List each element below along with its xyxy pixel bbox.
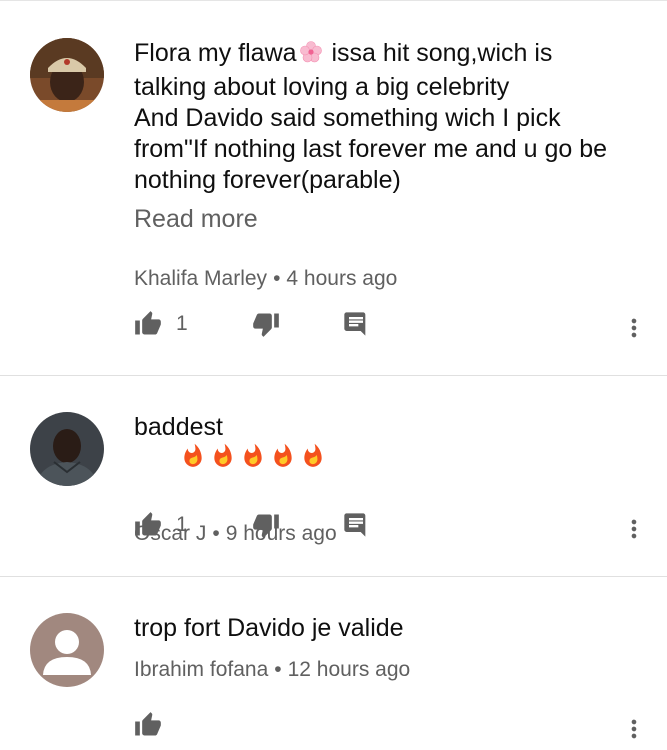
comment-meta: Ibrahim fofana • 12 hours ago: [134, 658, 627, 682]
avatar[interactable]: [30, 412, 104, 486]
comment-item: trop fort Davido je valide Ibrahim fofan…: [0, 577, 667, 739]
author-name[interactable]: Ibrahim fofana: [134, 658, 268, 681]
thumbs-up-icon: [135, 512, 161, 536]
more-options-button[interactable]: [620, 713, 648, 750]
more-options-button[interactable]: [620, 312, 648, 349]
more-options-button[interactable]: [620, 513, 648, 550]
fire-icon: [270, 443, 296, 477]
timestamp: 4 hours ago: [286, 267, 398, 290]
reply-button[interactable]: [342, 511, 370, 539]
cherry-blossom-icon: [299, 40, 323, 72]
like-button[interactable]: 1: [134, 310, 188, 338]
more-vert-icon: [631, 719, 637, 739]
meta-separator: •: [274, 658, 282, 681]
comment-text: baddest: [134, 412, 627, 508]
fire-icon: [240, 443, 266, 477]
read-more-link[interactable]: Read more: [134, 204, 627, 235]
default-profile-icon: [30, 613, 104, 687]
thumbs-up-icon: [135, 712, 161, 736]
comment-item: baddest Oscar J • 9 hours ago 1: [0, 376, 667, 576]
author-name[interactable]: Khalifa Marley: [134, 267, 267, 290]
avatar[interactable]: [30, 38, 104, 112]
fire-icon: [180, 443, 206, 477]
reply-button[interactable]: [342, 310, 370, 338]
comment-item: Flora my flawa issa hit song,wich is tal…: [0, 0, 667, 375]
comment-text: Flora my flawa issa hit song,wich is tal…: [134, 39, 608, 194]
dislike-button[interactable]: [252, 511, 280, 539]
like-count: 1: [176, 513, 188, 536]
thumbs-down-icon: [253, 514, 279, 538]
fire-emoji-group: [134, 443, 326, 506]
avatar[interactable]: [30, 613, 104, 687]
thumbs-up-icon: [135, 311, 161, 335]
more-vert-icon: [631, 519, 637, 539]
meta-separator: •: [273, 267, 281, 290]
more-vert-icon: [631, 318, 637, 338]
fire-icon: [210, 443, 236, 477]
fire-icon: [300, 443, 326, 477]
comment-text: trop fort Davido je valide: [134, 614, 404, 642]
thumbs-down-icon: [253, 313, 279, 337]
dislike-button[interactable]: [252, 310, 280, 338]
like-button[interactable]: 1: [134, 511, 188, 539]
comment-meta: Khalifa Marley • 4 hours ago: [134, 267, 627, 291]
like-count: 1: [176, 312, 188, 335]
timestamp: 12 hours ago: [287, 658, 411, 681]
like-button[interactable]: [134, 711, 162, 739]
reply-comment-icon: [344, 513, 366, 537]
reply-comment-icon: [344, 312, 366, 336]
